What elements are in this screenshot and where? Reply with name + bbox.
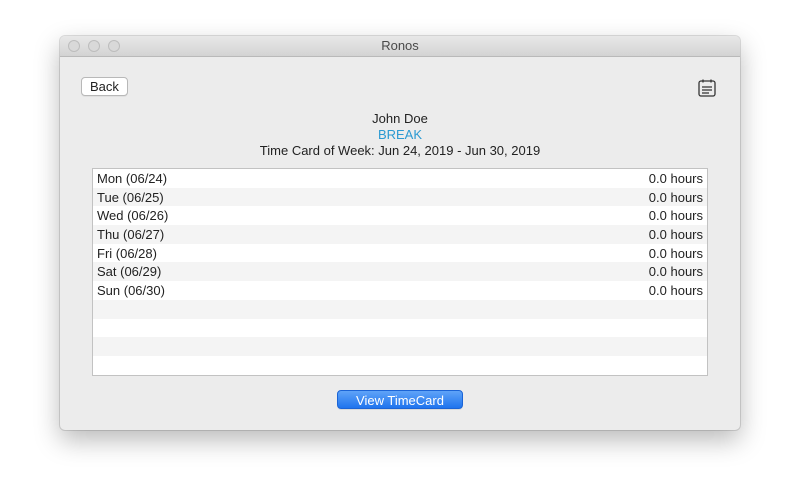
hours-value: 0.0 hours xyxy=(648,170,703,186)
table-row[interactable]: Wed (06/26) 0.0 hours xyxy=(93,206,707,225)
empty-table-row xyxy=(93,356,707,375)
week-label: Time Card of Week: Jun 24, 2019 - Jun 30… xyxy=(259,143,541,158)
status-label: BREAK xyxy=(377,127,423,142)
view-timecard-button[interactable]: View TimeCard xyxy=(337,390,463,409)
day-label: Fri (06/28) xyxy=(97,245,157,261)
day-label: Tue (06/25) xyxy=(97,189,164,205)
empty-table-row xyxy=(93,337,707,356)
hours-value: 0.0 hours xyxy=(648,264,703,280)
day-label: Mon (06/24) xyxy=(97,170,168,186)
window-title: Ronos xyxy=(381,38,419,53)
app-window: Ronos Back John Doe BREAK Time Card of W… xyxy=(60,36,740,430)
empty-table-row xyxy=(93,299,707,319)
hours-value: 0.0 hours xyxy=(648,208,703,224)
hours-value: 0.0 hours xyxy=(648,245,703,261)
hours-value: 0.0 hours xyxy=(648,282,703,298)
table-row[interactable]: Thu (06/27) 0.0 hours xyxy=(93,225,707,244)
title-bar[interactable]: Ronos xyxy=(60,36,740,57)
hours-value: 0.0 hours xyxy=(648,189,703,205)
table-row[interactable]: Mon (06/24) 0.0 hours xyxy=(93,169,707,188)
empty-table-row xyxy=(93,319,707,338)
table-row[interactable]: Sat (06/29) 0.0 hours xyxy=(93,262,707,282)
clipboard-list-icon[interactable] xyxy=(696,77,718,99)
table-row[interactable]: Tue (06/25) 0.0 hours xyxy=(93,187,707,207)
back-button[interactable]: Back xyxy=(81,77,128,96)
day-label: Thu (06/27) xyxy=(97,226,165,242)
employee-name: John Doe xyxy=(372,111,428,126)
timecard-table[interactable]: Mon (06/24) 0.0 hours Tue (06/25) 0.0 ho… xyxy=(92,168,708,376)
table-row[interactable]: Sun (06/30) 0.0 hours xyxy=(93,281,707,300)
day-label: Sun (06/30) xyxy=(97,282,165,298)
hours-value: 0.0 hours xyxy=(648,226,703,242)
timecard-header: John Doe BREAK Time Card of Week: Jun 24… xyxy=(60,111,740,159)
table-row[interactable]: Fri (06/28) 0.0 hours xyxy=(93,244,707,263)
day-label: Wed (06/26) xyxy=(97,208,169,224)
day-label: Sat (06/29) xyxy=(97,264,162,280)
